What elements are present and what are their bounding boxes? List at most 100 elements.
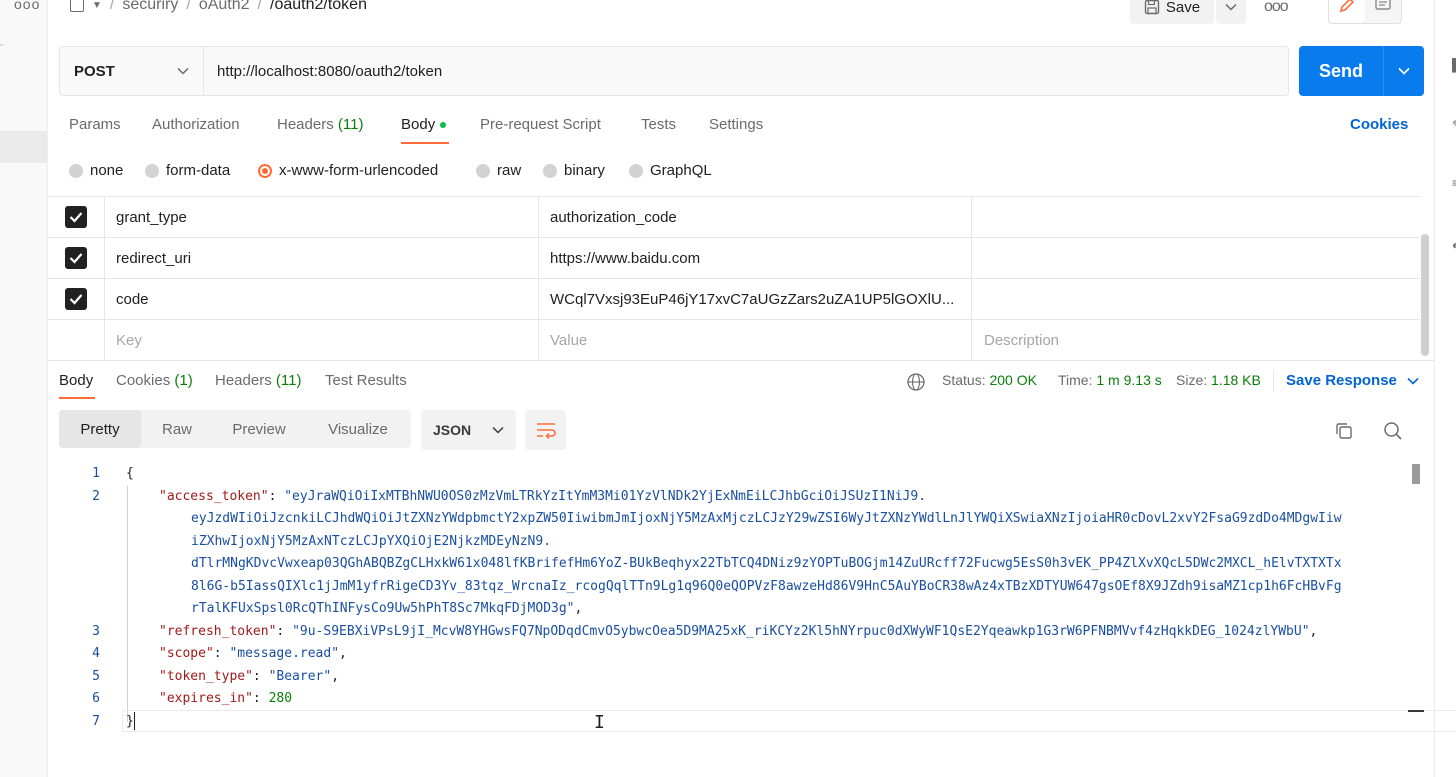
tab-authorization[interactable]: Authorization <box>152 116 240 133</box>
radio-circle <box>69 163 83 178</box>
chevron-down-icon[interactable]: ▼ <box>92 0 102 11</box>
comment-mode-button[interactable] <box>1365 0 1401 23</box>
row-value[interactable]: WCql7Vxsj93EuP46jY17xvC7aUGzZars2uZA1UP5… <box>539 279 972 319</box>
radio-label: none <box>90 162 124 179</box>
view-pretty[interactable]: Pretty <box>59 410 141 448</box>
response-body-viewer[interactable]: 1 { 2 "access_token": "eyJraWQiOiIxMTBhN… <box>48 462 1456 762</box>
search-icon[interactable] <box>1383 421 1403 441</box>
row-key[interactable]: grant_type <box>105 197 539 237</box>
cookies-link[interactable]: Cookies <box>1350 116 1408 133</box>
radio-label: raw <box>497 162 522 179</box>
code-scrollbar[interactable] <box>1412 464 1420 484</box>
tab-headers[interactable]: Headers (11) <box>277 116 363 133</box>
code-line: { <box>126 466 134 481</box>
pencil-icon <box>1339 0 1355 13</box>
url-input[interactable]: http://localhost:8080/oauth2/token <box>204 47 1288 95</box>
row-key[interactable]: redirect_uri <box>105 238 539 278</box>
tab-test-results[interactable]: Test Results <box>325 372 407 389</box>
time-label: Time: <box>1058 372 1093 388</box>
response-status[interactable]: Status: 200 OK <box>942 372 1037 388</box>
send-button[interactable]: Send <box>1299 46 1383 96</box>
tab-headers-count: (11) <box>337 116 364 133</box>
code-icon[interactable]: ◐ <box>1452 238 1456 252</box>
view-raw[interactable]: Raw <box>141 410 213 448</box>
value-placeholder[interactable]: Value <box>539 320 972 360</box>
line-number: 5 <box>92 669 100 684</box>
sidebar-selected-item[interactable] <box>0 131 47 163</box>
tab-response-cookies[interactable]: Cookies (1) <box>116 372 193 389</box>
table-row-new: Key Value Description <box>48 320 1420 361</box>
row-key[interactable]: code <box>105 279 539 319</box>
radio-none[interactable]: none <box>69 162 123 179</box>
pane-divider[interactable] <box>48 360 1434 361</box>
table-row: code WCql7Vxsj93EuP46jY17xvC7aUGzZars2uZ… <box>48 279 1420 320</box>
table-scrollbar[interactable] <box>1421 234 1429 356</box>
breadcrumb-item-folder[interactable]: oAuth2 <box>199 0 250 14</box>
json-key: "scope" <box>159 646 214 661</box>
row-description[interactable] <box>972 197 1420 237</box>
breadcrumb-separator: / <box>257 0 262 13</box>
row-description[interactable] <box>972 279 1420 319</box>
tab-tests[interactable]: Tests <box>641 116 676 133</box>
tab-settings[interactable]: Settings <box>709 116 763 133</box>
send-options-button[interactable] <box>1383 46 1424 96</box>
code-line: "access_token": "eyJraWQiOiIxMTBhNWU0OS0… <box>159 489 927 504</box>
radio-label: GraphQL <box>650 162 712 179</box>
row-value[interactable]: https://www.baidu.com <box>539 238 972 278</box>
comments-icon[interactable]: ✎ <box>1452 118 1456 132</box>
view-visualize[interactable]: Visualize <box>305 410 411 448</box>
radio-label: binary <box>564 162 605 179</box>
save-response-button[interactable]: Save Response <box>1286 372 1419 389</box>
key-placeholder[interactable]: Key <box>105 320 539 360</box>
status-label: Status: <box>942 372 986 388</box>
edit-mode-button[interactable] <box>1329 0 1365 23</box>
chevron-down-icon <box>1407 377 1419 385</box>
divider <box>1273 370 1274 392</box>
save-dropdown-button[interactable] <box>1216 0 1246 24</box>
globe-icon[interactable] <box>906 372 926 392</box>
response-time[interactable]: Time: 1 m 9.13 s <box>1058 372 1162 388</box>
tab-body-label: Body <box>401 116 436 133</box>
radio-urlencoded[interactable]: x-www-form-urlencoded <box>258 162 438 179</box>
breadcrumb-item-collection[interactable]: securiry <box>122 0 178 14</box>
row-checkbox[interactable] <box>48 238 105 278</box>
wrap-lines-button[interactable] <box>525 410 566 450</box>
sidebar-fragment: - <box>0 40 4 51</box>
info-icon[interactable]: ≡ <box>1452 176 1456 190</box>
tab-prerequest-script[interactable]: Pre-request Script <box>480 116 601 133</box>
save-icon <box>1144 0 1160 15</box>
save-button[interactable]: Save <box>1130 0 1214 24</box>
tab-body[interactable]: Body <box>401 116 447 133</box>
format-select[interactable]: JSON <box>421 410 516 450</box>
copy-icon[interactable] <box>1334 421 1354 441</box>
request-url-bar: POST http://localhost:8080/oauth2/token <box>59 46 1289 96</box>
view-preview[interactable]: Preview <box>213 410 305 448</box>
row-checkbox[interactable] <box>48 197 105 237</box>
json-key: "access_token" <box>159 489 269 504</box>
breadcrumb-current[interactable]: /oauth2/token <box>270 0 367 14</box>
row-description[interactable] <box>972 238 1420 278</box>
response-size[interactable]: Size: 1.18 KB <box>1176 372 1261 388</box>
tab-params[interactable]: Params <box>69 116 121 133</box>
docs-icon[interactable]: ▌ <box>1452 58 1456 72</box>
radio-raw[interactable]: raw <box>476 162 521 179</box>
method-select[interactable]: POST <box>60 47 204 95</box>
request-type-icon[interactable] <box>70 0 84 12</box>
radio-binary[interactable]: binary <box>543 162 605 179</box>
line-number: 7 <box>92 714 100 729</box>
text-cursor <box>134 712 135 730</box>
more-options-icon[interactable]: ooo <box>1264 0 1289 16</box>
tab-response-headers[interactable]: Headers (11) <box>215 372 301 389</box>
save-label: Save <box>1165 0 1201 16</box>
indent-guide <box>127 486 128 722</box>
radio-form-data[interactable]: form-data <box>145 162 230 179</box>
description-placeholder[interactable]: Description <box>972 320 1420 360</box>
sidebar-more-icon[interactable]: ooo <box>14 0 40 12</box>
row-value[interactable]: authorization_code <box>539 197 972 237</box>
tab-response-body[interactable]: Body <box>59 372 93 389</box>
row-checkbox-empty <box>48 320 105 360</box>
body-indicator-dot <box>440 122 447 129</box>
active-tab-underline <box>401 142 449 144</box>
radio-graphql[interactable]: GraphQL <box>629 162 712 179</box>
row-checkbox[interactable] <box>48 279 105 319</box>
